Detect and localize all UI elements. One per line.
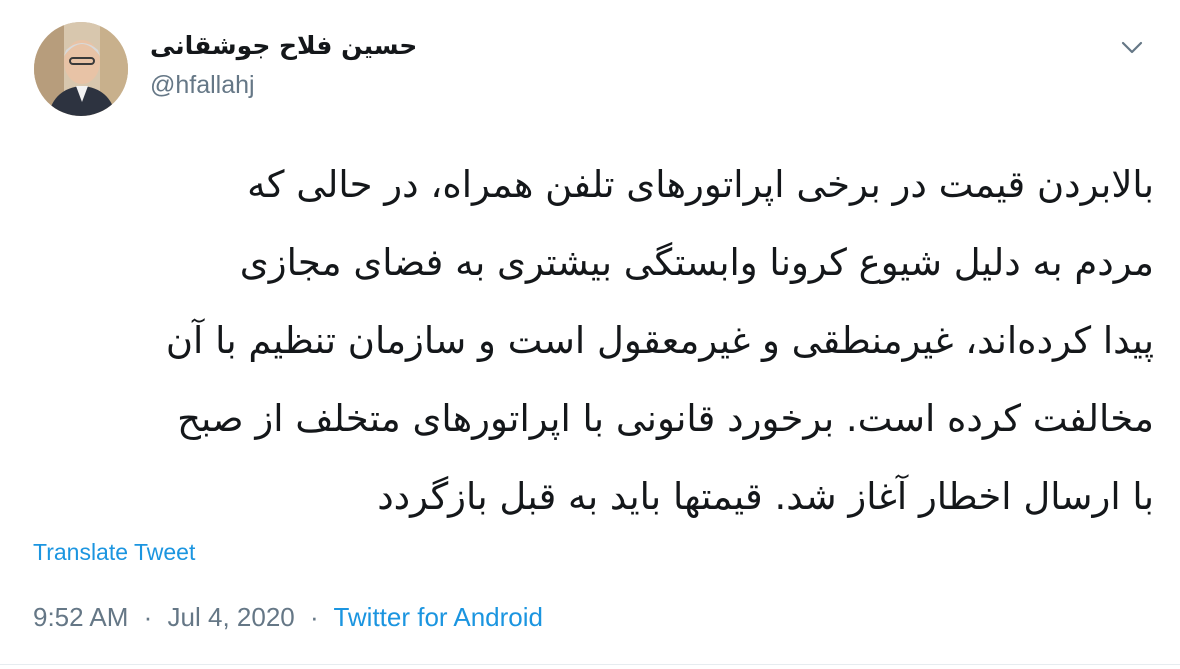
divider — [0, 664, 1180, 665]
chevron-down-icon — [1121, 41, 1143, 54]
meta-separator: · — [143, 602, 153, 632]
tweet-text-line: با ارسال اخطار آغاز شد. قیمتها باید به ق… — [377, 475, 1154, 518]
tweet-card: حسین فلاح جوشقانی @hfallahj بالابردن قیم… — [0, 0, 1180, 669]
tweet-text-line: پیدا کرده‌اند، غیرمنطقی و غیرمعقول است و… — [165, 319, 1154, 362]
tweet-source-link[interactable]: Twitter for Android — [333, 602, 543, 632]
translate-tweet-link[interactable]: Translate Tweet — [33, 536, 195, 568]
tweet-text-line: مخالفت کرده است. برخورد قانونی با اپراتو… — [177, 397, 1154, 440]
meta-separator: · — [310, 602, 319, 632]
tweet-meta: 9:52 AM · Jul 4, 2020 · Twitter for Andr… — [33, 598, 543, 636]
author-name[interactable]: حسین فلاح جوشقانی — [150, 26, 417, 66]
tweet-text-line: مردم به دلیل شیوع کرونا وابستگی بیشتری ب… — [239, 241, 1154, 284]
tweet-date[interactable]: Jul 4, 2020 — [168, 602, 295, 632]
author-handle[interactable]: @hfallahj — [150, 68, 255, 102]
tweet-text: بالابردن قیمت در برخی اپراتورهای تلفن هم… — [30, 146, 1154, 536]
tweet-menu-button[interactable] — [1112, 28, 1152, 68]
avatar[interactable] — [34, 22, 128, 116]
profile-photo-icon — [34, 22, 128, 116]
tweet-time[interactable]: 9:52 AM — [33, 602, 128, 632]
tweet-text-line: بالابردن قیمت در برخی اپراتورهای تلفن هم… — [247, 163, 1154, 206]
